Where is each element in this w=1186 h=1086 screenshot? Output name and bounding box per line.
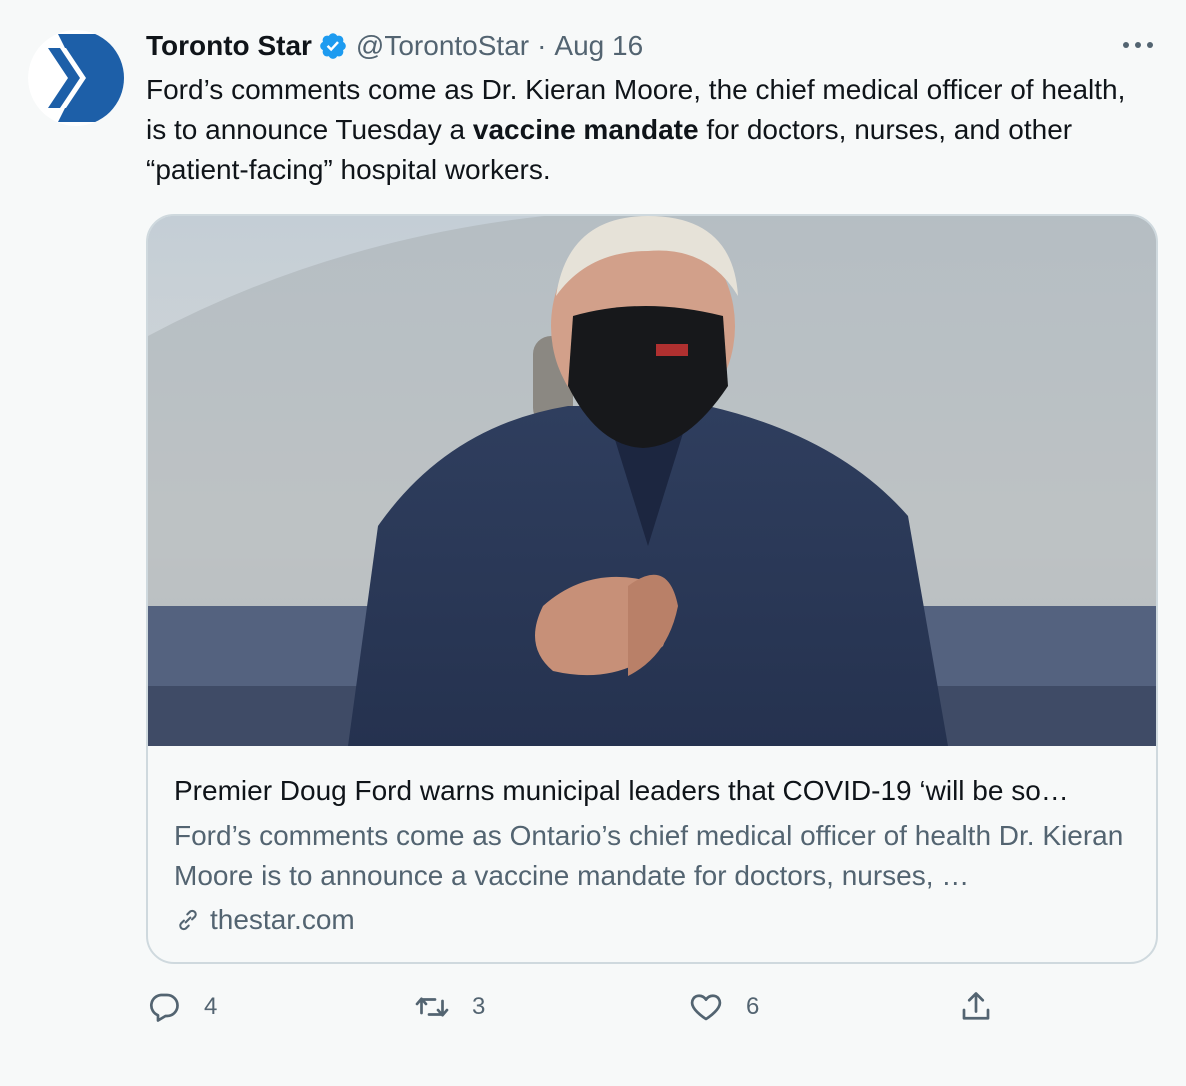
retweet-button[interactable]: 3 <box>414 984 485 1030</box>
reply-count: 4 <box>204 993 218 1020</box>
retweet-icon <box>415 997 449 1017</box>
avatar[interactable] <box>28 30 124 126</box>
link-card[interactable]: Premier Doug Ford warns municipal leader… <box>146 214 1158 964</box>
author-handle[interactable]: @TorontoStar <box>356 30 529 62</box>
card-description: Ford’s comments come as Ontario’s chief … <box>174 820 1124 891</box>
tweet-header: Toronto Star @TorontoStar · Aug 16 <box>146 28 643 64</box>
reply-icon <box>149 993 179 1022</box>
like-count: 6 <box>746 993 760 1020</box>
card-body: Premier Doug Ford warns municipal leader… <box>174 772 1134 940</box>
tweet-actions: 4 3 6 <box>146 984 1016 1030</box>
more-icon <box>1123 42 1153 48</box>
tweet[interactable]: Toronto Star @TorontoStar · Aug 16 Ford’… <box>0 0 1186 1086</box>
tweet-text-bold: vaccine mandate <box>472 114 699 145</box>
reply-button[interactable]: 4 <box>146 984 217 1030</box>
like-button[interactable]: 6 <box>688 984 759 1030</box>
share-icon <box>962 992 990 1020</box>
card-domain-text: thestar.com <box>210 904 355 935</box>
separator-dot: · <box>537 30 547 61</box>
more-button[interactable] <box>1118 30 1158 60</box>
heart-icon <box>690 994 722 1021</box>
retweet-count: 3 <box>472 993 486 1020</box>
tweet-date[interactable]: Aug 16 <box>554 30 643 62</box>
card-title[interactable]: Premier Doug Ford warns municipal leader… <box>174 772 1134 810</box>
author-name[interactable]: Toronto Star <box>146 30 312 62</box>
verified-badge-icon <box>318 31 348 61</box>
share-button[interactable] <box>958 984 994 1030</box>
card-image <box>148 216 1156 746</box>
link-icon <box>179 909 197 931</box>
card-domain: thestar.com <box>174 900 1134 940</box>
tweet-text: Ford’s comments come as Dr. Kieran Moore… <box>146 70 1136 190</box>
toronto-star-logo-icon <box>28 30 124 126</box>
